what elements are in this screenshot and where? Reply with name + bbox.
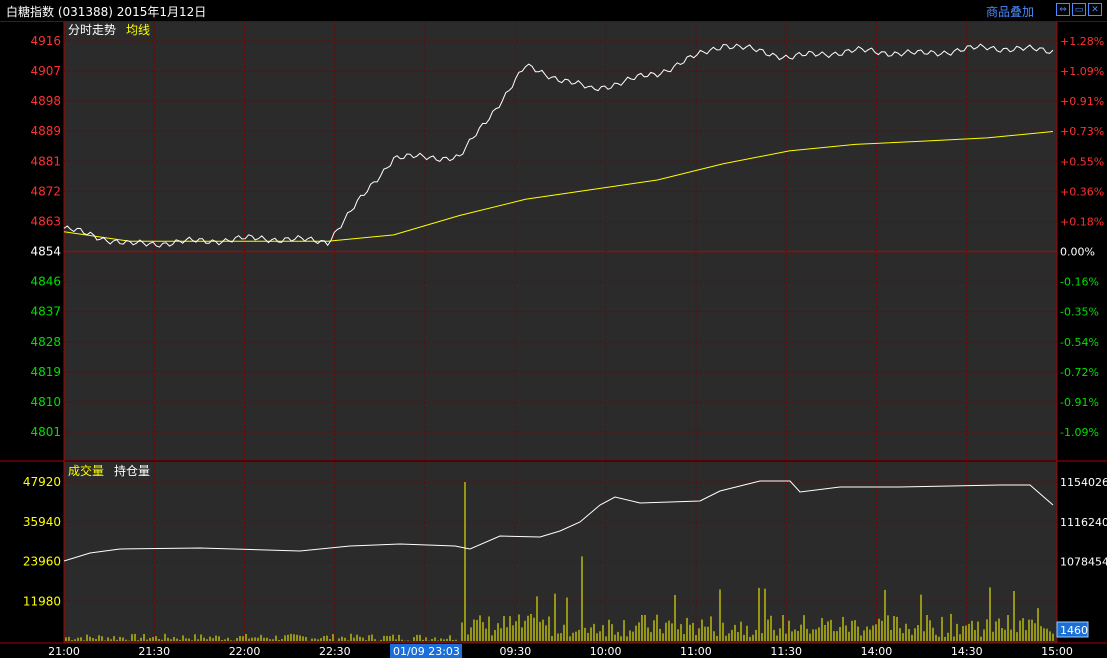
time-tick-label: 22:00 bbox=[229, 645, 261, 658]
price-tick-label: 4810 bbox=[30, 395, 61, 409]
price-tick-label: 4846 bbox=[30, 275, 61, 289]
price-tick-label: 4898 bbox=[30, 94, 61, 108]
time-tick-label: 14:00 bbox=[861, 645, 893, 658]
pct-tick-label: +0.73% bbox=[1060, 125, 1104, 138]
price-tick-label: 4863 bbox=[30, 214, 61, 228]
price-tick-label: 4916 bbox=[30, 34, 61, 48]
time-tick-label: 22:30 bbox=[319, 645, 351, 658]
time-tick-label: 14:30 bbox=[951, 645, 983, 658]
price-tick-label: 4837 bbox=[30, 305, 61, 319]
oi-tick-label: 1116240 bbox=[1060, 516, 1107, 529]
pct-tick-label: +0.55% bbox=[1060, 155, 1104, 168]
volume-tick-label: 23960 bbox=[23, 555, 61, 569]
legend-minute: 分时走势 bbox=[68, 23, 116, 37]
pct-tick-label: 0.00% bbox=[1060, 246, 1095, 259]
last-volume-value: 1460 bbox=[1060, 624, 1088, 637]
time-tick-label: 09:30 bbox=[500, 645, 532, 658]
cursor-time-label: 01/09 23:03 bbox=[393, 645, 460, 658]
pct-tick-label: +0.36% bbox=[1060, 185, 1104, 198]
pct-tick-label: +1.09% bbox=[1060, 65, 1104, 78]
legend-avg: 均线 bbox=[126, 23, 150, 37]
price-tick-label: 4872 bbox=[30, 184, 61, 198]
price-tick-label: 4854 bbox=[30, 245, 61, 259]
pct-tick-label: +1.28% bbox=[1060, 35, 1104, 48]
volume-tick-label: 35940 bbox=[23, 515, 61, 529]
time-tick-label: 11:00 bbox=[680, 645, 712, 658]
price-tick-label: 4828 bbox=[30, 335, 61, 349]
intraday-chart[interactable]: 4916 +1.28% 4907 +1.09% 4898 +0.91% 4889 +0.73%… bbox=[0, 0, 1107, 658]
volume-panel-bg bbox=[64, 462, 1057, 643]
pct-tick-label: -0.35% bbox=[1060, 306, 1099, 319]
price-tick-label: 4819 bbox=[30, 365, 61, 379]
time-tick-label: 10:00 bbox=[590, 645, 622, 658]
price-tick-label: 4889 bbox=[30, 124, 61, 138]
time-tick-label: 21:00 bbox=[48, 645, 80, 658]
pct-tick-label: -0.16% bbox=[1060, 276, 1099, 289]
time-tick-label: 15:00 bbox=[1041, 645, 1073, 658]
volume-tick-label: 47920 bbox=[23, 475, 61, 489]
pct-tick-label: -1.09% bbox=[1060, 426, 1099, 439]
legend-volume: 成交量 bbox=[68, 463, 104, 478]
price-tick-label: 4881 bbox=[30, 154, 61, 168]
oi-tick-label: 1154026 bbox=[1060, 476, 1107, 489]
pct-tick-label: +0.91% bbox=[1060, 95, 1104, 108]
price-tick-label: 4801 bbox=[30, 425, 61, 439]
pct-tick-label: +0.18% bbox=[1060, 215, 1104, 228]
volume-tick-label: 11980 bbox=[23, 594, 61, 608]
price-tick-label: 4907 bbox=[30, 64, 61, 78]
pct-tick-label: -0.54% bbox=[1060, 336, 1099, 349]
time-tick-label: 21:30 bbox=[138, 645, 170, 658]
legend-oi: 持仓量 bbox=[114, 463, 150, 478]
pct-tick-label: -0.91% bbox=[1060, 396, 1099, 409]
time-tick-label: 11:30 bbox=[770, 645, 802, 658]
oi-tick-label: 1078454 bbox=[1060, 556, 1107, 569]
pct-tick-label: -0.72% bbox=[1060, 366, 1099, 379]
